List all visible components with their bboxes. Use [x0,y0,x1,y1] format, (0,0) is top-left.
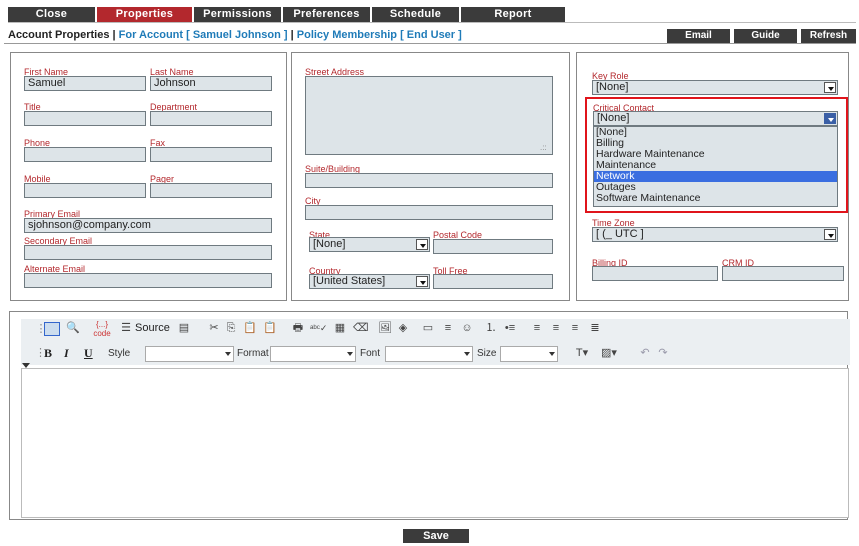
chevron-down-icon [225,352,231,356]
postal-code-field[interactable] [433,239,553,254]
mobile-field[interactable] [24,183,146,198]
tab-permissions[interactable]: Permissions [194,7,281,22]
bulleted-list-icon[interactable]: •≡ [503,321,517,335]
tab-schedule[interactable]: Schedule [372,7,459,22]
street-address-field[interactable] [305,76,553,155]
chevron-down-icon [347,352,353,356]
for-account-link[interactable]: For Account [ Samuel Johnson ] [119,29,288,41]
align-right-icon[interactable]: ≡ [568,321,582,335]
editor-content-area[interactable] [21,368,849,518]
numbered-list-icon[interactable]: ⒈ [484,321,498,335]
sub-header-bar: Account Properties | For Account [ Samue… [4,27,856,44]
font-label: Font [360,348,381,359]
undo-icon[interactable]: ↶ [638,346,652,360]
resize-grip-icon[interactable]: .:: [540,143,547,152]
preview-icon[interactable]: 🔍 [65,321,81,335]
horizontal-rule-icon[interactable]: ≡ [441,321,455,335]
critical-contact-dropdown: [None] Billing Hardware Maintenance Main… [593,126,838,207]
time-zone-select[interactable]: [ (_ UTC ] [592,227,838,242]
secondary-email-field[interactable] [24,245,272,260]
chevron-down-icon [464,352,470,356]
align-left-icon[interactable]: ≡ [530,321,544,335]
primary-email-field[interactable]: sjohnson@company.com [24,218,272,233]
toll-free-field[interactable] [433,274,553,289]
chevron-down-icon [824,229,836,240]
code-snippet-icon[interactable]: {...} code [93,320,111,338]
format-label: Format [237,348,269,359]
option-none[interactable]: [None] [594,127,837,138]
tab-report[interactable]: Report [461,7,565,22]
flash-icon[interactable]: ◈ [396,321,410,335]
justify-icon[interactable]: ≣ [588,321,602,335]
tab-close[interactable]: Close [8,7,95,22]
font-dropdown[interactable] [385,346,473,362]
text-color-icon[interactable]: T▾ [572,346,592,360]
copy-icon[interactable]: ⎘ [224,321,238,335]
size-label: Size [477,348,497,359]
guide-button[interactable]: Guide [734,29,797,43]
phone-field[interactable] [24,147,146,162]
option-software-maintenance[interactable]: Software Maintenance [594,193,837,204]
bold-button[interactable]: B [44,346,52,361]
last-name-field[interactable]: Johnson [150,76,272,91]
cut-icon[interactable]: ✂ [207,321,221,335]
save-button[interactable]: Save [403,529,469,543]
refresh-button[interactable]: Refresh [801,29,856,43]
italic-button[interactable]: I [64,346,69,361]
policy-membership-link[interactable]: Policy Membership [ End User ] [297,29,462,41]
tab-preferences[interactable]: Preferences [283,7,370,22]
billing-id-field[interactable] [592,266,718,281]
style-label: Style [108,348,131,359]
department-field[interactable] [150,111,272,126]
size-dropdown[interactable] [500,346,558,362]
paste-from-word-icon[interactable]: 📋 [263,321,277,335]
page-title: Account Properties [8,29,110,41]
email-button[interactable]: Email [667,29,730,43]
fax-field[interactable] [150,147,272,162]
templates-icon[interactable]: ▤ [177,321,191,335]
key-role-select[interactable]: [None] [592,80,838,95]
alternate-email-field[interactable] [24,273,272,288]
chevron-down-icon [824,82,836,93]
print-icon[interactable]: 🖶 [291,321,305,335]
city-field[interactable] [305,205,553,220]
eraser-icon[interactable]: ⌫ [353,321,369,335]
chevron-down-icon [549,352,555,356]
smiley-icon[interactable]: ☺ [460,321,474,335]
state-select[interactable]: [None] [309,237,430,252]
source-button[interactable]: Source [135,322,170,334]
chevron-down-icon [416,276,428,287]
first-name-field[interactable]: Samuel [24,76,146,91]
source-icon[interactable]: ☰ [119,321,133,335]
spellcheck-icon[interactable]: ᵃᵇᶜ✓ [310,321,327,335]
chevron-down-icon [416,239,428,250]
insert-image-icon[interactable]: 🖼 [378,321,392,335]
style-dropdown[interactable] [145,346,234,362]
country-select[interactable]: [United States] [309,274,430,289]
paste-icon[interactable]: 📋 [243,321,257,335]
suite-building-field[interactable] [305,173,553,188]
align-center-icon[interactable]: ≡ [549,321,563,335]
table-icon[interactable]: ▦ [333,321,347,335]
top-tab-bar: Close Properties Permissions Preferences… [8,7,856,23]
pager-field[interactable] [150,183,272,198]
underline-button[interactable]: U [84,346,93,361]
maximize-icon[interactable] [44,322,60,336]
background-color-icon[interactable]: ▨▾ [599,346,619,360]
format-dropdown[interactable] [270,346,356,362]
insert-table-icon[interactable]: ▭ [421,321,435,335]
chevron-down-icon [824,113,836,124]
breadcrumb: Account Properties | For Account [ Samue… [8,29,462,41]
title-field[interactable] [24,111,146,126]
critical-contact-select[interactable]: [None] [593,111,838,126]
redo-icon[interactable]: ↷ [656,346,670,360]
crm-id-field[interactable] [722,266,844,281]
tab-properties[interactable]: Properties [97,7,192,22]
